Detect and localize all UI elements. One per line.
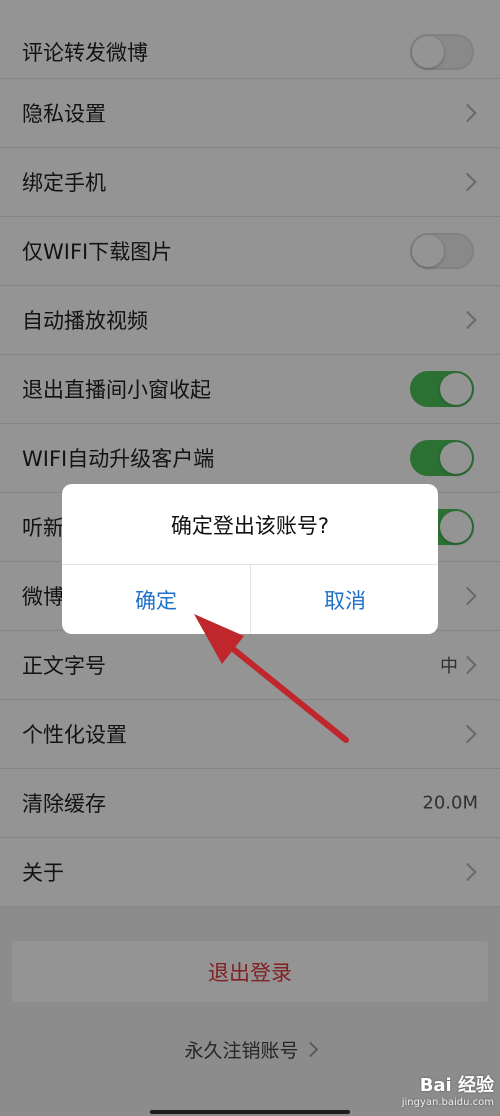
- cancel-button[interactable]: 取消: [251, 565, 438, 634]
- watermark-brand: Bai 经验: [419, 1075, 494, 1096]
- baidu-jingyan-watermark: Bai 经验 jingyan.baidu.com: [402, 1071, 494, 1108]
- watermark-url: jingyan.baidu.com: [401, 1097, 494, 1108]
- confirm-label: 确定: [135, 588, 177, 613]
- dialog-title: 确定登出该账号?: [170, 514, 330, 538]
- cancel-label: 取消: [324, 588, 366, 613]
- confirm-button[interactable]: 确定: [62, 565, 250, 634]
- logout-confirm-dialog: 确定登出该账号? 确定 取消: [62, 484, 438, 634]
